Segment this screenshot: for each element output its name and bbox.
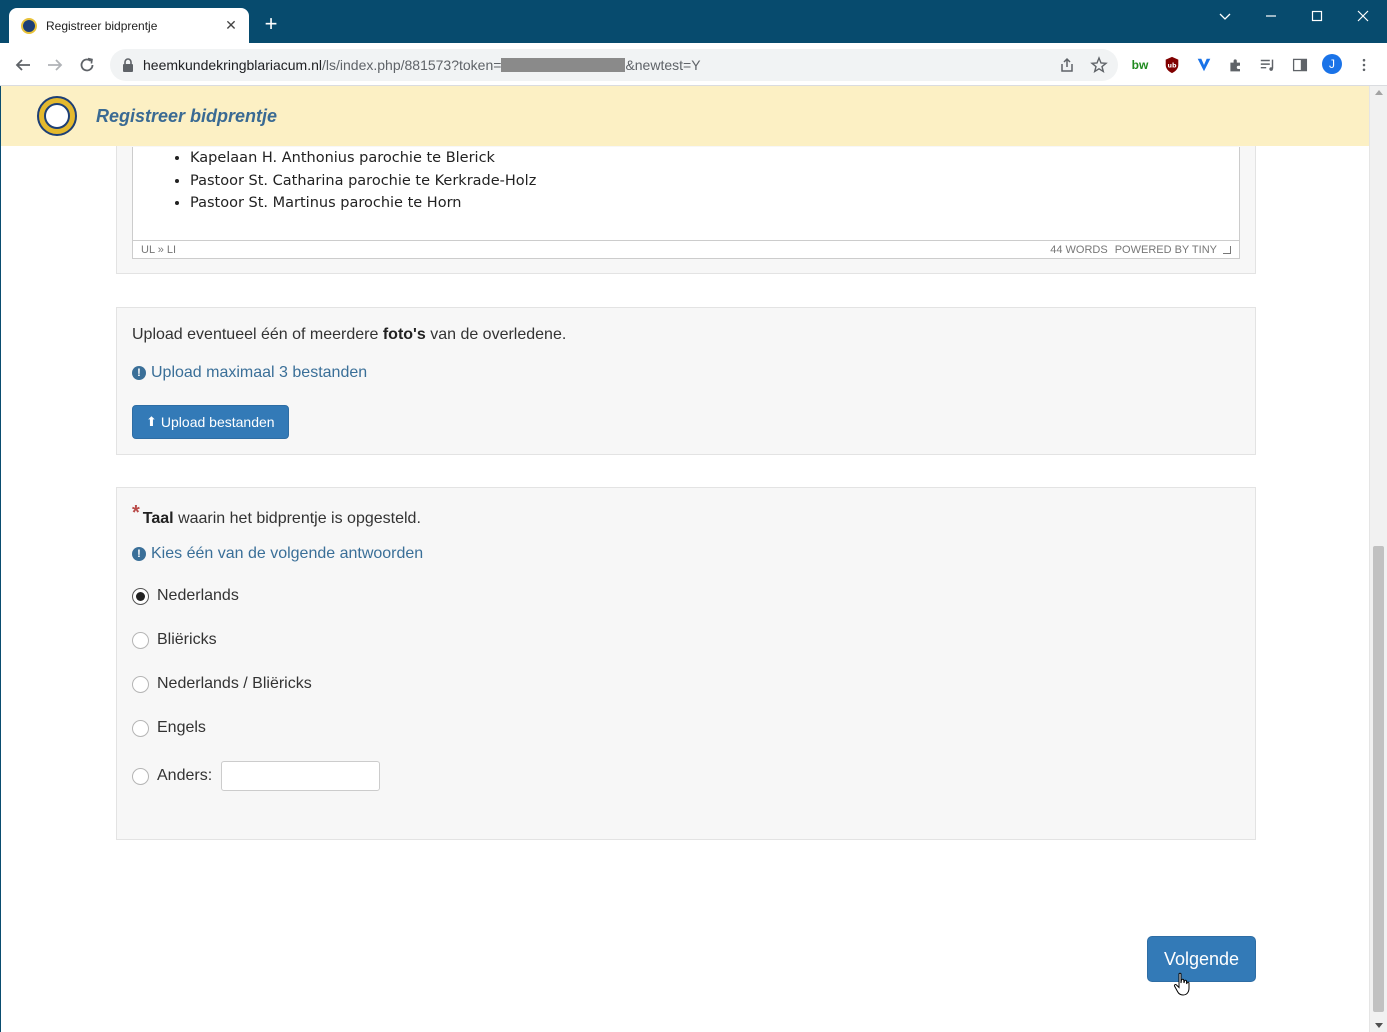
- list-item: Pastoor St. Martinus parochie te Horn: [190, 192, 536, 215]
- address-bar[interactable]: heemkundekringblariacum.nl/ls/index.php/…: [110, 49, 1118, 81]
- url-text[interactable]: heemkundekringblariacum.nl/ls/index.php/…: [143, 57, 701, 73]
- browser-menu-icon[interactable]: [1354, 55, 1374, 75]
- page-title: Registreer bidprentje: [96, 105, 278, 126]
- forward-arrow-icon[interactable]: [42, 52, 68, 78]
- ublock-icon[interactable]: ub: [1162, 55, 1182, 75]
- extension-bw-icon[interactable]: bw: [1130, 55, 1150, 75]
- resize-handle-icon[interactable]: [1223, 245, 1231, 254]
- scroll-up-icon[interactable]: [1375, 90, 1383, 95]
- tab-close-icon[interactable]: ✕: [223, 17, 239, 34]
- browser-titlebar: Registreer bidprentje ✕ +: [0, 0, 1387, 43]
- scrollbar-thumb[interactable]: [1373, 546, 1384, 1012]
- editor-statusbar: UL » LI 44 WORDS POWERED BY TINY: [133, 240, 1239, 258]
- radio-button[interactable]: [132, 675, 149, 693]
- upload-question-text: Upload eventueel één of meerdere foto's …: [132, 326, 567, 343]
- new-tab-button[interactable]: +: [260, 13, 282, 35]
- hand-cursor-icon: [1173, 972, 1190, 996]
- language-help-text: ! Kies één van de volgende antwoorden: [132, 545, 423, 563]
- browser-tab[interactable]: Registreer bidprentje ✕: [9, 8, 249, 43]
- bookmark-star-icon[interactable]: [1090, 56, 1108, 74]
- site-header: Registreer bidprentje: [1, 86, 1369, 146]
- upload-help-text: ! Upload maximaal 3 bestanden: [132, 364, 367, 382]
- tab-search-icon[interactable]: [1202, 0, 1248, 32]
- language-question-text: * Taal waarin het bidprentje is opgesteld…: [132, 502, 421, 527]
- next-button[interactable]: Volgende: [1147, 936, 1256, 982]
- window-close-icon[interactable]: [1340, 0, 1386, 32]
- minimize-icon[interactable]: [1248, 0, 1294, 32]
- word-count: 44 WORDS: [1050, 243, 1108, 256]
- list-item: Kapelaan H. Anthonius parochie te Bleric…: [190, 147, 536, 170]
- element-path[interactable]: UL » LI: [141, 244, 1050, 256]
- radio-option-nederlands[interactable]: Nederlands: [132, 587, 239, 605]
- info-icon: !: [132, 366, 146, 380]
- back-arrow-icon[interactable]: [10, 52, 36, 78]
- radio-option-blierickx[interactable]: Bliëricks: [132, 631, 217, 649]
- page-scrollbar[interactable]: [1369, 86, 1387, 1032]
- media-playlist-icon[interactable]: [1258, 55, 1278, 75]
- tab-title: Registreer bidprentje: [46, 18, 158, 33]
- upload-icon: ⬆: [146, 414, 157, 429]
- site-logo[interactable]: [37, 96, 77, 136]
- upload-files-button[interactable]: ⬆ Upload bestanden: [132, 405, 289, 439]
- radio-option-engels[interactable]: Engels: [132, 719, 206, 737]
- other-language-input[interactable]: [221, 761, 381, 791]
- reload-icon[interactable]: [74, 52, 100, 78]
- list-item: Pastoor St. Catharina parochie te Kerkra…: [190, 170, 536, 193]
- site-favicon-icon: [21, 17, 37, 34]
- lock-icon[interactable]: [122, 58, 134, 72]
- browser-toolbar: heemkundekringblariacum.nl/ls/index.php/…: [0, 43, 1387, 86]
- language-question-panel: * Taal waarin het bidprentje is opgesteld…: [116, 487, 1256, 840]
- radio-button[interactable]: [132, 631, 149, 649]
- radio-option-nederlands-blierickx[interactable]: Nederlands / Bliëricks: [132, 675, 312, 693]
- side-panel-icon[interactable]: [1290, 55, 1310, 75]
- share-icon[interactable]: [1058, 56, 1076, 74]
- powered-by-tiny[interactable]: POWERED BY TINY: [1115, 244, 1217, 256]
- radio-option-anders[interactable]: Anders:: [132, 761, 381, 791]
- rich-text-editor[interactable]: Kapelaan H. Anthonius parochie te Bleric…: [132, 147, 1240, 259]
- radio-button[interactable]: [132, 767, 149, 785]
- required-asterisk: *: [132, 502, 140, 524]
- radio-button[interactable]: [132, 719, 149, 737]
- extensions-puzzle-icon[interactable]: [1226, 55, 1246, 75]
- extension-v-icon[interactable]: [1194, 55, 1214, 75]
- upload-question-panel: Upload eventueel één of meerdere foto's …: [116, 307, 1256, 455]
- redacted-token: [501, 58, 626, 72]
- maximize-icon[interactable]: [1294, 0, 1340, 32]
- profile-avatar[interactable]: J: [1322, 54, 1342, 74]
- svg-text:ub: ub: [1168, 63, 1177, 70]
- page-viewport: Kapelaan H. Anthonius parochie te Bleric…: [0, 86, 1369, 1032]
- scroll-down-icon[interactable]: [1375, 1023, 1383, 1028]
- info-icon: !: [132, 547, 146, 561]
- radio-button-checked[interactable]: [132, 587, 149, 605]
- editor-bullet-list: Kapelaan H. Anthonius parochie te Bleric…: [190, 147, 536, 215]
